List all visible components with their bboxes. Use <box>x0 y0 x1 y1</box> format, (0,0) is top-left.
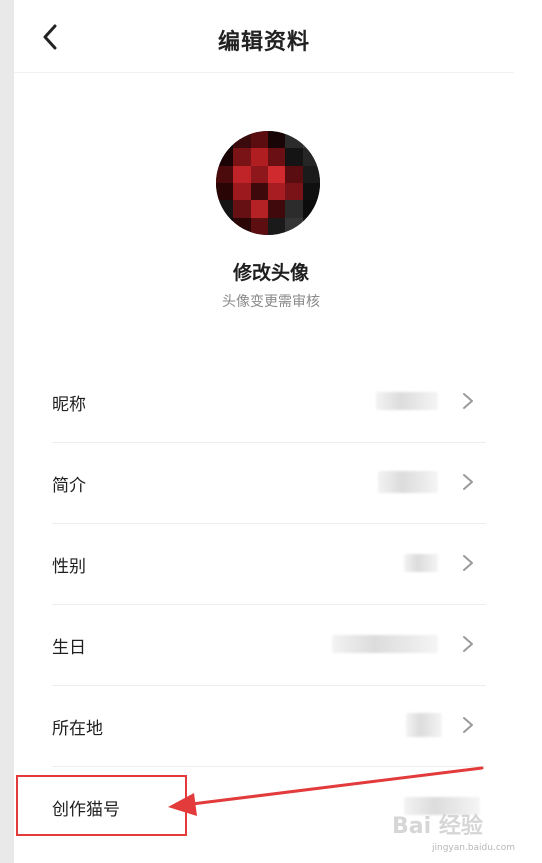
row-nickname[interactable]: 昵称 <box>52 362 486 443</box>
chevron-right-icon <box>463 717 473 733</box>
watermark-logo: Bai 经验 <box>392 814 483 839</box>
change-avatar-link[interactable]: 修改头像 <box>0 258 542 285</box>
avatar[interactable] <box>216 131 320 235</box>
top-bar: 编辑资料 <box>14 0 514 73</box>
row-birthday[interactable]: 生日 <box>52 605 486 686</box>
row-value-blurred <box>406 713 442 737</box>
chevron-right-icon <box>463 555 473 571</box>
chevron-right-icon <box>463 636 473 652</box>
row-value-blurred <box>376 392 438 410</box>
avatar-review-hint: 头像变更需审核 <box>222 294 320 310</box>
row-value-blurred <box>404 554 438 572</box>
row-label: 简介 <box>52 476 86 496</box>
avatar-image <box>216 131 320 235</box>
chevron-right-icon <box>463 474 473 490</box>
chevron-right-icon <box>463 393 473 409</box>
row-label: 昵称 <box>52 395 86 415</box>
watermark-url: jingyan.baidu.com <box>432 843 516 853</box>
row-bio[interactable]: 简介 <box>52 443 486 524</box>
row-value-blurred <box>332 635 438 653</box>
row-gender[interactable]: 性别 <box>52 524 486 605</box>
row-label: 所在地 <box>52 719 103 739</box>
left-edge-strip <box>0 0 14 863</box>
annotation-highlight-box <box>16 775 187 836</box>
row-label: 生日 <box>52 638 86 658</box>
row-location[interactable]: 所在地 <box>52 686 486 767</box>
row-value-blurred <box>378 471 438 493</box>
page-title: 编辑资料 <box>217 30 310 55</box>
row-label: 性别 <box>52 557 86 577</box>
